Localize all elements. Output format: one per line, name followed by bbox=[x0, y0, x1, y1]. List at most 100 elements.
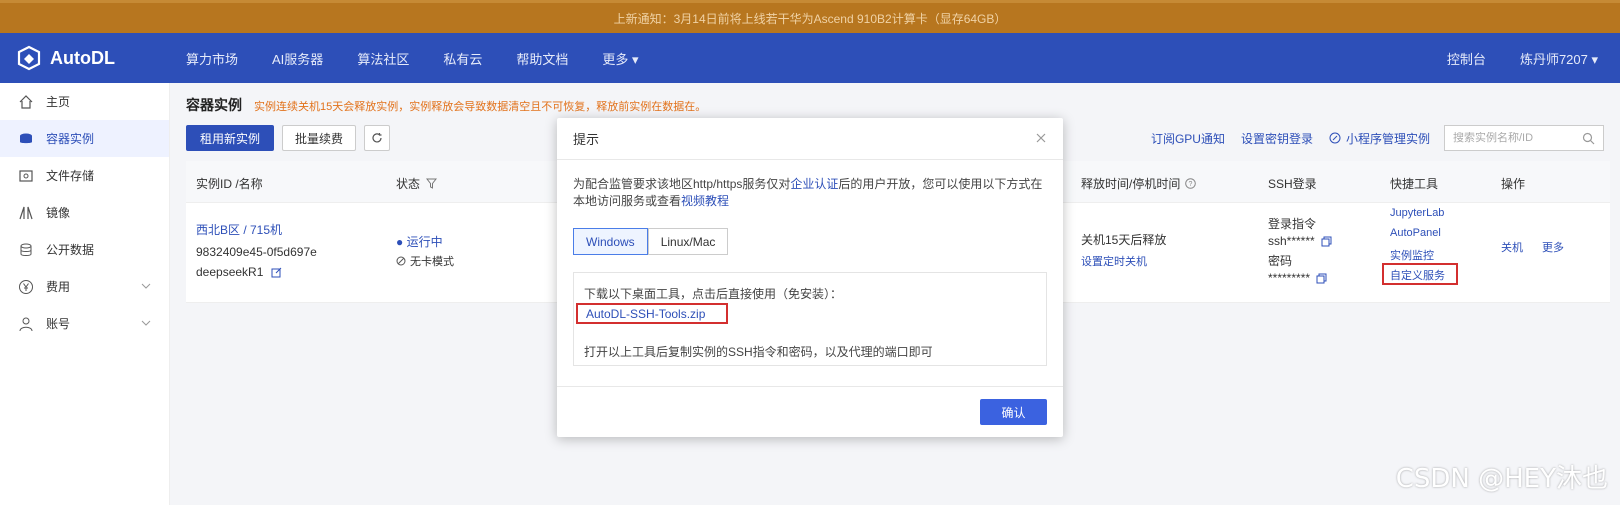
dialog-footer: 确认 bbox=[557, 386, 1063, 437]
mini-program-icon bbox=[1329, 132, 1341, 144]
copy-icon[interactable] bbox=[1316, 273, 1327, 284]
video-tutorial-link[interactable]: 视频教程 bbox=[681, 194, 729, 208]
header-release-label: 释放时间/停机时间 bbox=[1081, 177, 1181, 191]
nav-algorithm-community[interactable]: 算法社区 bbox=[357, 49, 409, 68]
sidebar-item-label: 容器实例 bbox=[46, 132, 95, 146]
copy-icon[interactable] bbox=[1321, 236, 1332, 247]
batch-renew-button[interactable]: 批量续费 bbox=[282, 125, 357, 151]
download-info-box: 下载以下桌面工具，点击后直接使用（免安装）： AutoDL-SSH-Tools.… bbox=[573, 272, 1047, 366]
ssh-cmd-label: 登录指令 bbox=[1268, 217, 1317, 231]
toolbar: 租用新实例 批量续费 bbox=[186, 125, 391, 151]
more-link[interactable]: 更多 bbox=[1542, 239, 1564, 255]
shutdown-link[interactable]: 关机 bbox=[1501, 239, 1523, 255]
sidebar-item-account[interactable]: 账号 bbox=[0, 305, 169, 342]
toolbar-right: 订阅GPU通知 设置密钥登录 小程序管理实例 bbox=[1135, 125, 1604, 151]
tool-autopanel[interactable]: AutoPanel bbox=[1390, 227, 1441, 239]
nav-more[interactable]: 更多 ▾ bbox=[602, 49, 638, 68]
ssh-cmd-value: ssh****** bbox=[1268, 234, 1315, 248]
subscribe-gpu-link[interactable]: 订阅GPU通知 bbox=[1151, 130, 1225, 147]
dialog-description: 为配合监管要求该地区http/https服务仅对企业认证后的用户开放，您可以使用… bbox=[573, 176, 1053, 210]
filter-icon[interactable] bbox=[426, 178, 438, 189]
nav-private-cloud[interactable]: 私有云 bbox=[443, 49, 482, 68]
ssh-tools-download-link[interactable]: AutoDL-SSH-Tools.zip bbox=[576, 303, 728, 324]
sidebar-item-label: 文件存储 bbox=[46, 169, 95, 183]
storage-icon bbox=[19, 169, 33, 182]
instance-region-link[interactable]: 西北B区 / 715机 bbox=[196, 221, 282, 238]
rent-new-instance-button[interactable]: 租用新实例 bbox=[186, 125, 275, 151]
desc-pre: 为配合监管要求该地区http/https服务仅对 bbox=[573, 177, 791, 191]
pwd-cell: ********* bbox=[1268, 271, 1327, 285]
header-ssh: SSH登录 bbox=[1268, 177, 1317, 191]
nav-user-menu[interactable]: 炼丹师7207 ▾ bbox=[1520, 49, 1598, 68]
svg-text:?: ? bbox=[1189, 181, 1193, 188]
set-key-login-link[interactable]: 设置密钥登录 bbox=[1241, 130, 1313, 147]
enterprise-auth-link[interactable]: 企业认证 bbox=[790, 177, 838, 191]
tool-instance-monitor[interactable]: 实例监控 bbox=[1390, 247, 1434, 263]
header-id-name: 实例ID /名称 bbox=[196, 177, 263, 191]
sidebar-item-storage[interactable]: 文件存储 bbox=[0, 157, 169, 194]
sidebar-item-label: 账号 bbox=[46, 317, 71, 331]
close-icon[interactable] bbox=[1035, 132, 1047, 144]
logo[interactable]: AutoDL bbox=[16, 45, 166, 71]
sidebar-item-label: 公开数据 bbox=[46, 243, 95, 257]
refresh-button[interactable] bbox=[364, 125, 391, 151]
page-title: 容器实例 bbox=[186, 97, 242, 113]
tab-windows[interactable]: Windows bbox=[573, 228, 648, 255]
nav-help-docs[interactable]: 帮助文档 bbox=[516, 49, 568, 68]
dialog-title: 提示 bbox=[573, 132, 600, 147]
search-input[interactable] bbox=[1453, 132, 1573, 144]
mode-cell: 无卡模式 bbox=[396, 253, 454, 269]
set-shutdown-link[interactable]: 设置定时关机 bbox=[1081, 253, 1147, 269]
logo-text: AutoDL bbox=[50, 47, 115, 68]
user-icon bbox=[19, 317, 33, 331]
header-status: 状态 bbox=[396, 175, 438, 192]
sidebar: 主页 容器实例 文件存储 镜像 公开数据 费用 账号 bbox=[0, 83, 170, 505]
refresh-icon bbox=[372, 133, 382, 143]
header-status-label: 状态 bbox=[396, 177, 421, 191]
sidebar-item-label: 镜像 bbox=[46, 206, 71, 220]
chevron-down-icon bbox=[141, 283, 151, 289]
pwd-value: ********* bbox=[1268, 271, 1311, 285]
sidebar-item-public-data[interactable]: 公开数据 bbox=[0, 231, 169, 268]
mini-program-link[interactable]: 小程序管理实例 bbox=[1329, 130, 1430, 147]
edit-icon[interactable] bbox=[271, 267, 282, 278]
release-text: 关机15天后释放 bbox=[1081, 233, 1167, 247]
ssh-cmd-cell: ssh****** bbox=[1268, 234, 1332, 248]
top-navbar: AutoDL 算力市场 AI服务器 算法社区 私有云 帮助文档 更多 ▾ 控制台… bbox=[0, 33, 1620, 83]
confirm-button[interactable]: 确认 bbox=[980, 399, 1047, 425]
search-icon[interactable] bbox=[1582, 132, 1595, 145]
dialog-header: 提示 bbox=[557, 118, 1063, 160]
help-icon[interactable]: ? bbox=[1185, 178, 1197, 189]
chevron-down-icon bbox=[141, 320, 151, 326]
notice-bar: 上新通知：3月14日前将上线若干华为Ascend 910B2计算卡（显存64GB… bbox=[0, 0, 1620, 33]
mode-label: 无卡模式 bbox=[410, 256, 454, 268]
notice-text: 上新通知：3月14日前将上线若干华为Ascend 910B2计算卡（显存64GB… bbox=[613, 11, 1007, 26]
nav-compute-market[interactable]: 算力市场 bbox=[186, 49, 238, 68]
instance-name: deepseekR1 bbox=[196, 265, 264, 279]
tool-jupyterlab[interactable]: JupyterLab bbox=[1390, 207, 1444, 219]
header-shortcuts: 快捷工具 bbox=[1390, 177, 1439, 191]
sidebar-item-container[interactable]: 容器实例 bbox=[0, 120, 169, 157]
database-icon bbox=[20, 243, 32, 256]
instruction-text: 打开以上工具后复制实例的SSH指令和密码，以及代理的端口即可 bbox=[584, 345, 933, 359]
status-running: ● 运行中 bbox=[396, 235, 443, 249]
tab-linux-mac[interactable]: Linux/Mac bbox=[647, 228, 729, 255]
container-icon bbox=[20, 133, 32, 143]
no-gpu-icon bbox=[396, 256, 406, 266]
nav-console[interactable]: 控制台 bbox=[1447, 49, 1486, 68]
sidebar-item-billing[interactable]: 费用 bbox=[0, 268, 169, 305]
page-warning: 实例连续关机15天会释放实例，实例释放会导致数据清空且不可恢复，释放前实例在数据… bbox=[254, 101, 707, 113]
yen-icon bbox=[19, 279, 33, 294]
sidebar-item-image[interactable]: 镜像 bbox=[0, 194, 169, 231]
search-box bbox=[1444, 125, 1604, 151]
sidebar-item-home[interactable]: 主页 bbox=[0, 83, 169, 120]
os-tabs: Windows Linux/Mac bbox=[573, 228, 729, 255]
home-icon bbox=[19, 94, 33, 109]
instance-name-cell: deepseekR1 bbox=[196, 265, 282, 279]
autodl-logo-icon bbox=[17, 45, 41, 71]
download-text: 下载以下桌面工具，点击后直接使用（免安装）： bbox=[584, 287, 843, 301]
nav-ai-server[interactable]: AI服务器 bbox=[272, 49, 323, 68]
tip-dialog: 提示 为配合监管要求该地区http/https服务仅对企业认证后的用户开放，您可… bbox=[557, 118, 1063, 437]
header-release-time: 释放时间/停机时间 ? bbox=[1081, 175, 1197, 192]
highlight-box bbox=[1382, 263, 1458, 285]
